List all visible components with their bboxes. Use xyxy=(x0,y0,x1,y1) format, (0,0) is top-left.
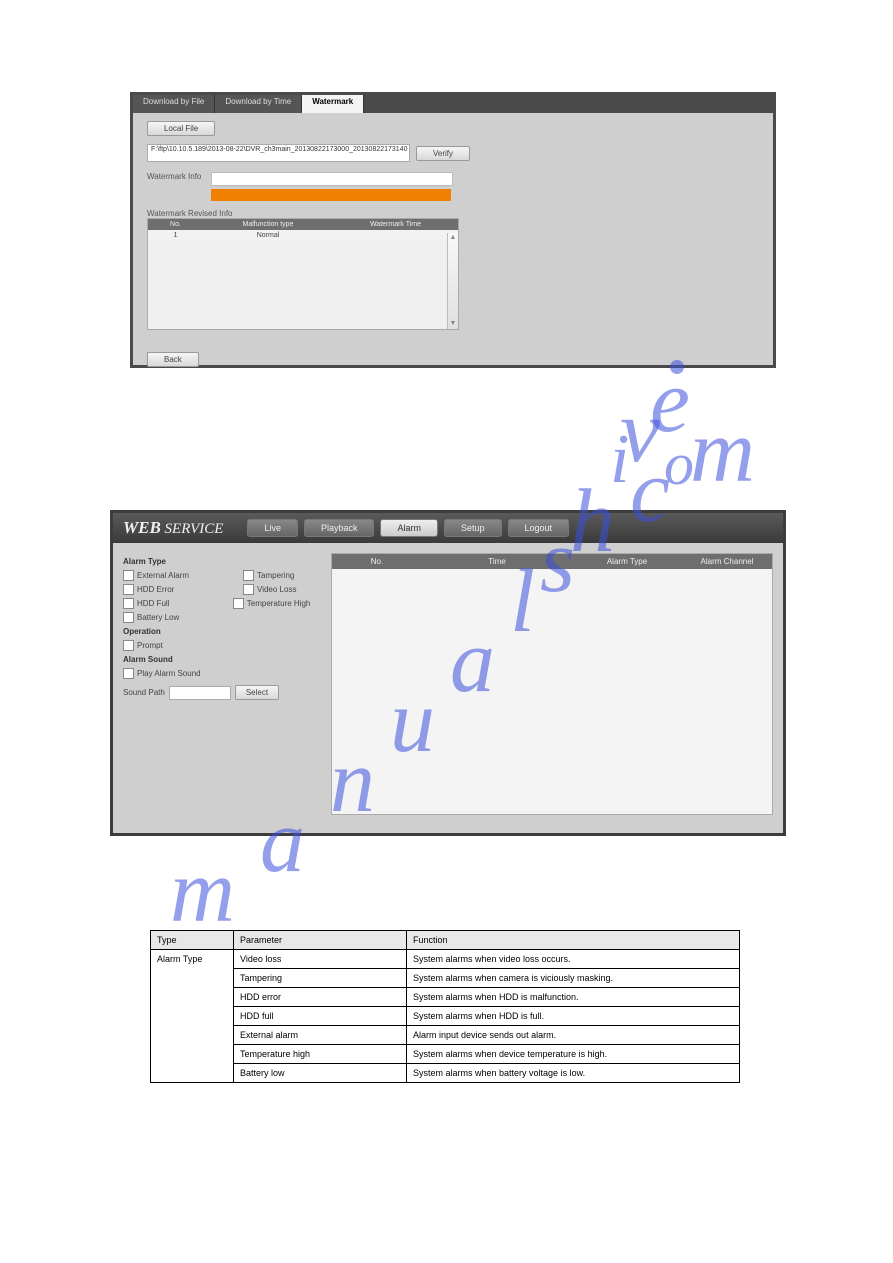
alarm-left-panel: Alarm Type External Alarm Tampering HDD … xyxy=(123,553,323,815)
grid-scrollbar[interactable]: ▲ ▼ xyxy=(447,233,458,329)
checkbox-prompt[interactable] xyxy=(123,640,134,651)
section-operation: Operation xyxy=(123,627,323,636)
label-hdd-full: HDD Full xyxy=(137,599,169,608)
label-temperature-high: Temperature High xyxy=(247,599,311,608)
tab-download-by-file[interactable]: Download by File xyxy=(133,95,215,113)
checkbox-tampering[interactable] xyxy=(243,570,254,581)
alarm-header-time: Time xyxy=(422,554,572,569)
table-row: Battery low System alarms when battery v… xyxy=(151,1064,740,1083)
table-row: External alarm Alarm input device sends … xyxy=(151,1026,740,1045)
grid-header-no: No. xyxy=(148,219,203,230)
watermark-tab-screenshot: Download by File Download by Time Waterm… xyxy=(130,92,776,368)
grid-cell-wt xyxy=(333,230,458,241)
grid-row[interactable]: 1 Normal xyxy=(148,230,458,241)
table-row: HDD full System alarms when HDD is full. xyxy=(151,1007,740,1026)
table-cell-type: Alarm Type xyxy=(151,950,234,1083)
scroll-up-icon[interactable]: ▲ xyxy=(450,233,457,243)
nav-alarm[interactable]: Alarm xyxy=(380,519,438,537)
nav-logout[interactable]: Logout xyxy=(508,519,570,537)
table-cell-param: HDD full xyxy=(234,1007,407,1026)
checkbox-video-loss[interactable] xyxy=(243,584,254,595)
alarm-header-no: No. xyxy=(332,554,422,569)
alarm-description-table: Type Parameter Function Alarm Type Video… xyxy=(150,930,740,1083)
sound-path-label: Sound Path xyxy=(123,688,165,697)
table-header-function: Function xyxy=(407,931,740,950)
nav-playback[interactable]: Playback xyxy=(304,519,375,537)
table-cell-func: System alarms when device temperature is… xyxy=(407,1045,740,1064)
download-tabs: Download by File Download by Time Waterm… xyxy=(133,95,773,113)
alarm-header-type: Alarm Type xyxy=(572,554,682,569)
label-video-loss: Video Loss xyxy=(257,585,296,594)
table-cell-param: HDD error xyxy=(234,988,407,1007)
checkbox-external-alarm[interactable] xyxy=(123,570,134,581)
checkbox-hdd-error[interactable] xyxy=(123,584,134,595)
nav-setup[interactable]: Setup xyxy=(444,519,502,537)
table-cell-func: System alarms when battery voltage is lo… xyxy=(407,1064,740,1083)
checkbox-play-alarm-sound[interactable] xyxy=(123,668,134,679)
table-cell-param: Battery low xyxy=(234,1064,407,1083)
table-cell-param: Tampering xyxy=(234,969,407,988)
nav-live[interactable]: Live xyxy=(247,519,298,537)
scroll-down-icon[interactable]: ▼ xyxy=(450,319,457,329)
table-cell-func: System alarms when camera is viciously m… xyxy=(407,969,740,988)
table-row: HDD error System alarms when HDD is malf… xyxy=(151,988,740,1007)
label-play-alarm-sound: Play Alarm Sound xyxy=(137,669,201,678)
label-external-alarm: External Alarm xyxy=(137,571,189,580)
table-cell-func: System alarms when HDD is full. xyxy=(407,1007,740,1026)
table-row: Tampering System alarms when camera is v… xyxy=(151,969,740,988)
table-header-parameter: Parameter xyxy=(234,931,407,950)
checkbox-battery-low[interactable] xyxy=(123,612,134,623)
table-cell-param: Temperature high xyxy=(234,1045,407,1064)
watermark-info-label: Watermark Info xyxy=(147,172,201,181)
file-path-input[interactable]: F:\ftp\10.10.5.189\2013-08-22\DVR_ch3mai… xyxy=(147,144,410,162)
table-header-type: Type xyxy=(151,931,234,950)
verify-button[interactable]: Verify xyxy=(416,146,470,161)
table-cell-param: Video loss xyxy=(234,950,407,969)
label-prompt: Prompt xyxy=(137,641,163,650)
label-battery-low: Battery Low xyxy=(137,613,179,622)
alarm-log-grid: No. Time Alarm Type Alarm Channel xyxy=(331,553,773,815)
grid-cell-mal: Normal xyxy=(203,230,333,241)
back-button[interactable]: Back xyxy=(147,352,199,367)
watermark-info-bar-empty xyxy=(211,172,453,186)
table-cell-func: System alarms when HDD is malfunction. xyxy=(407,988,740,1007)
alarm-header-channel: Alarm Channel xyxy=(682,554,772,569)
grid-header-watermark-time: Watermark Time xyxy=(333,219,458,230)
watermark-revised-grid: No. Malfunction type Watermark Time 1 No… xyxy=(147,218,459,330)
section-alarm-sound: Alarm Sound xyxy=(123,655,323,664)
label-hdd-error: HDD Error xyxy=(137,585,174,594)
tab-watermark[interactable]: Watermark xyxy=(302,95,364,113)
table-row: Alarm Type Video loss System alarms when… xyxy=(151,950,740,969)
alarm-page-screenshot: WEB SERVICE Live Playback Alarm Setup Lo… xyxy=(110,510,786,836)
grid-cell-no: 1 xyxy=(148,230,203,241)
tab-download-by-time[interactable]: Download by Time xyxy=(215,95,302,113)
select-sound-button[interactable]: Select xyxy=(235,685,279,700)
table-row: Temperature high System alarms when devi… xyxy=(151,1045,740,1064)
watermark-revised-label: Watermark Revised Info xyxy=(147,209,759,218)
web-service-logo: WEB SERVICE xyxy=(123,518,223,538)
section-alarm-type: Alarm Type xyxy=(123,557,323,566)
topbar: WEB SERVICE Live Playback Alarm Setup Lo… xyxy=(113,513,783,543)
table-cell-func: Alarm input device sends out alarm. xyxy=(407,1026,740,1045)
checkbox-temperature-high[interactable] xyxy=(233,598,244,609)
watermark-info-bar-progress xyxy=(211,189,451,201)
checkbox-hdd-full[interactable] xyxy=(123,598,134,609)
sound-path-input[interactable] xyxy=(169,686,231,700)
table-cell-param: External alarm xyxy=(234,1026,407,1045)
table-cell-func: System alarms when video loss occurs. xyxy=(407,950,740,969)
grid-header-malfunction: Malfunction type xyxy=(203,219,333,230)
local-file-button[interactable]: Local File xyxy=(147,121,215,136)
label-tampering: Tampering xyxy=(257,571,294,580)
